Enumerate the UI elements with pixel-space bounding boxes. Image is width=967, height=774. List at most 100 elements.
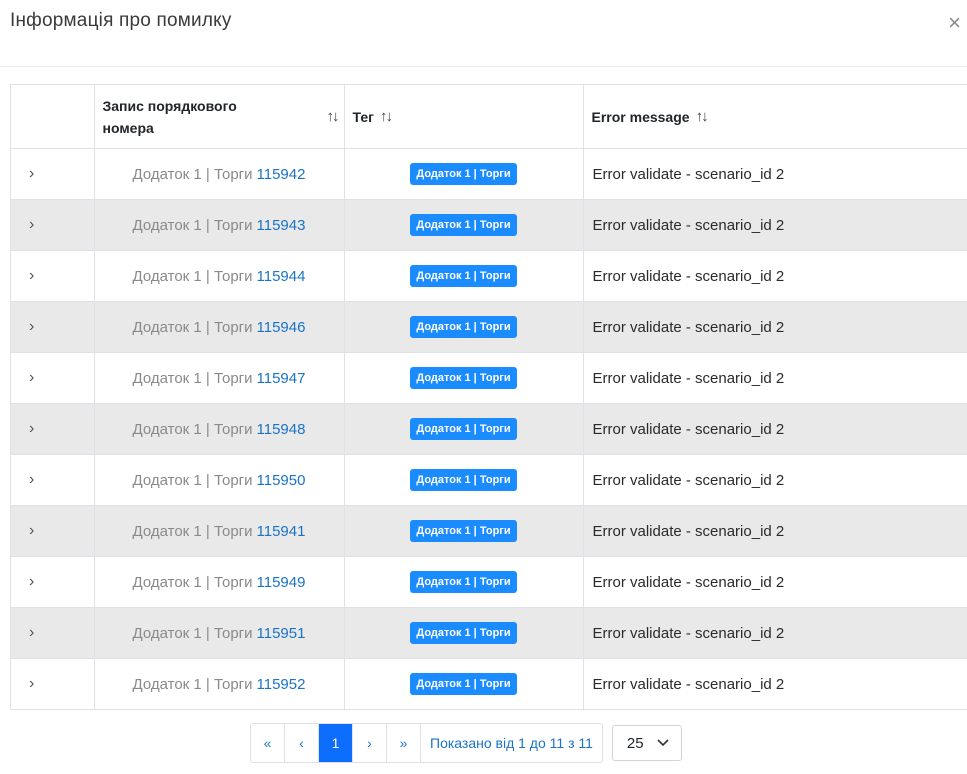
tag-cell: Додаток 1 | Торги — [344, 250, 584, 302]
error-message-cell: Error validate - scenario_id 2 — [583, 148, 967, 200]
tag-badge: Додаток 1 | Торги — [410, 469, 517, 491]
table-row[interactable]: › Додаток 1 | Торги 115948 Додаток 1 | Торг… — [11, 403, 967, 455]
record-text: Додаток 1 | Торги — [132, 369, 253, 387]
table-row[interactable]: › Додаток 1 | Торги 115947 Додаток 1 | Торг… — [11, 352, 967, 404]
record-cell: Додаток 1 | Торги 115943 — [94, 199, 345, 251]
tag-badge: Додаток 1 | Торги — [410, 214, 517, 236]
header-error[interactable]: Error message ↑↓ — [583, 85, 967, 149]
table-row[interactable]: › Додаток 1 | Торги 115949 Додаток 1 | Торг… — [11, 556, 967, 608]
record-text: Додаток 1 | Торги — [132, 267, 253, 285]
record-cell: Додаток 1 | Торги 115951 — [94, 607, 345, 659]
expander-cell[interactable]: › — [11, 454, 95, 506]
table-row[interactable]: › Додаток 1 | Торги 115942 Додаток 1 | Торг… — [11, 148, 967, 200]
table-row[interactable]: › Додаток 1 | Торги 115950 Додаток 1 | Торг… — [11, 454, 967, 506]
record-cell: Додаток 1 | Торги 115948 — [94, 403, 345, 455]
record-number-link[interactable]: 115944 — [257, 268, 306, 285]
record-text: Додаток 1 | Торги — [132, 216, 253, 234]
first-page-button[interactable]: « — [251, 724, 285, 762]
modal-title: Інформація про помилку — [10, 10, 232, 31]
error-message-cell: Error validate - scenario_id 2 — [583, 403, 967, 455]
pagination-info: Показано від 1 до 11 з 11 — [430, 735, 593, 751]
record-number-link[interactable]: 115942 — [257, 166, 306, 183]
page-button-current[interactable]: 1 — [319, 724, 353, 762]
expander-cell[interactable]: › — [11, 505, 95, 557]
tag-cell: Додаток 1 | Торги — [344, 301, 584, 353]
record-text: Додаток 1 | Торги — [132, 471, 253, 489]
chevron-right-icon[interactable]: › — [11, 471, 94, 489]
error-message-cell: Error validate - scenario_id 2 — [583, 556, 967, 608]
chevron-right-icon[interactable]: › — [11, 369, 94, 387]
page-size-value: 25 — [626, 734, 644, 752]
table-row[interactable]: › Додаток 1 | Торги 115943 Додаток 1 | Торг… — [11, 199, 967, 251]
tag-badge: Додаток 1 | Торги — [410, 571, 517, 593]
tag-badge: Додаток 1 | Торги — [410, 622, 517, 644]
record-cell: Додаток 1 | Торги 115942 — [94, 148, 345, 200]
page-size-select[interactable]: 25 — [611, 725, 682, 761]
header-tag-label: Тег — [352, 108, 374, 125]
record-cell: Додаток 1 | Торги 115950 — [94, 454, 345, 506]
table-row[interactable]: › Додаток 1 | Торги 115952 Додаток 1 | Торг… — [11, 658, 967, 710]
header-record-label: Запис порядкового номера — [102, 97, 237, 136]
expander-cell[interactable]: › — [11, 352, 95, 404]
expander-cell[interactable]: › — [11, 403, 95, 455]
tag-badge: Додаток 1 | Торги — [410, 520, 517, 542]
tag-cell: Додаток 1 | Торги — [344, 454, 584, 506]
last-page-button[interactable]: » — [387, 724, 421, 762]
sort-icon[interactable]: ↑↓ — [696, 108, 709, 125]
chevron-right-icon[interactable]: › — [11, 522, 94, 540]
tag-badge: Додаток 1 | Торги — [410, 673, 517, 695]
table-row[interactable]: › Додаток 1 | Торги 115946 Додаток 1 | Торг… — [11, 301, 967, 353]
pagination-controls: « ‹ 1 › » Показано від 1 до 11 з 11 — [250, 723, 603, 763]
record-number-link[interactable]: 115949 — [257, 574, 306, 591]
record-text: Додаток 1 | Торги — [132, 165, 253, 183]
record-number-link[interactable]: 115947 — [257, 370, 306, 387]
header-tag[interactable]: Тег ↑↓ — [344, 85, 584, 149]
prev-page-button[interactable]: ‹ — [285, 724, 319, 762]
next-page-button[interactable]: › — [353, 724, 387, 762]
record-text: Додаток 1 | Торги — [132, 420, 253, 438]
record-number-link[interactable]: 115943 — [257, 217, 306, 234]
chevron-right-icon[interactable]: › — [11, 267, 94, 285]
record-number-link[interactable]: 115951 — [257, 625, 306, 642]
chevron-right-icon[interactable]: › — [11, 420, 94, 438]
record-cell: Додаток 1 | Торги 115946 — [94, 301, 345, 353]
sort-icon[interactable]: ↑↓ — [327, 106, 340, 128]
header-record[interactable]: Запис порядкового номера ↑↓ — [94, 85, 345, 149]
expander-cell[interactable]: › — [11, 301, 95, 353]
tag-badge: Додаток 1 | Торги — [410, 316, 517, 338]
chevron-right-icon[interactable]: › — [11, 624, 94, 642]
record-text: Додаток 1 | Торги — [132, 318, 253, 336]
expander-cell[interactable]: › — [11, 607, 95, 659]
error-message-cell: Error validate - scenario_id 2 — [583, 250, 967, 302]
tag-cell: Додаток 1 | Торги — [344, 505, 584, 557]
record-number-link[interactable]: 115946 — [257, 319, 306, 336]
chevron-right-icon[interactable]: › — [11, 318, 94, 336]
tag-cell: Додаток 1 | Торги — [344, 556, 584, 608]
record-number-link[interactable]: 115950 — [257, 472, 306, 489]
table-row[interactable]: › Додаток 1 | Торги 115944 Додаток 1 | Торг… — [11, 250, 967, 302]
record-number-link[interactable]: 115952 — [257, 676, 306, 693]
chevron-right-icon[interactable]: › — [11, 165, 94, 183]
sort-icon[interactable]: ↑↓ — [380, 108, 393, 125]
expander-cell[interactable]: › — [11, 556, 95, 608]
modal-header: Інформація про помилку × — [0, 0, 967, 67]
expander-cell[interactable]: › — [11, 148, 95, 200]
expander-cell[interactable]: › — [11, 658, 95, 710]
record-number-link[interactable]: 115948 — [257, 421, 306, 438]
tag-cell: Додаток 1 | Торги — [344, 658, 584, 710]
error-message-cell: Error validate - scenario_id 2 — [583, 454, 967, 506]
expander-cell[interactable]: › — [11, 250, 95, 302]
record-text: Додаток 1 | Торги — [132, 624, 253, 642]
close-icon[interactable]: × — [948, 12, 961, 34]
tag-badge: Додаток 1 | Торги — [410, 367, 517, 389]
header-expander — [11, 85, 95, 149]
chevron-right-icon[interactable]: › — [11, 573, 94, 591]
chevron-right-icon[interactable]: › — [11, 675, 94, 693]
table-row[interactable]: › Додаток 1 | Торги 115951 Додаток 1 | Торг… — [11, 607, 967, 659]
expander-cell[interactable]: › — [11, 199, 95, 251]
chevron-right-icon[interactable]: › — [11, 216, 94, 234]
record-number-link[interactable]: 115941 — [257, 523, 306, 540]
tag-cell: Додаток 1 | Торги — [344, 403, 584, 455]
table-row[interactable]: › Додаток 1 | Торги 115941 Додаток 1 | Торг… — [11, 505, 967, 557]
record-cell: Додаток 1 | Торги 115941 — [94, 505, 345, 557]
